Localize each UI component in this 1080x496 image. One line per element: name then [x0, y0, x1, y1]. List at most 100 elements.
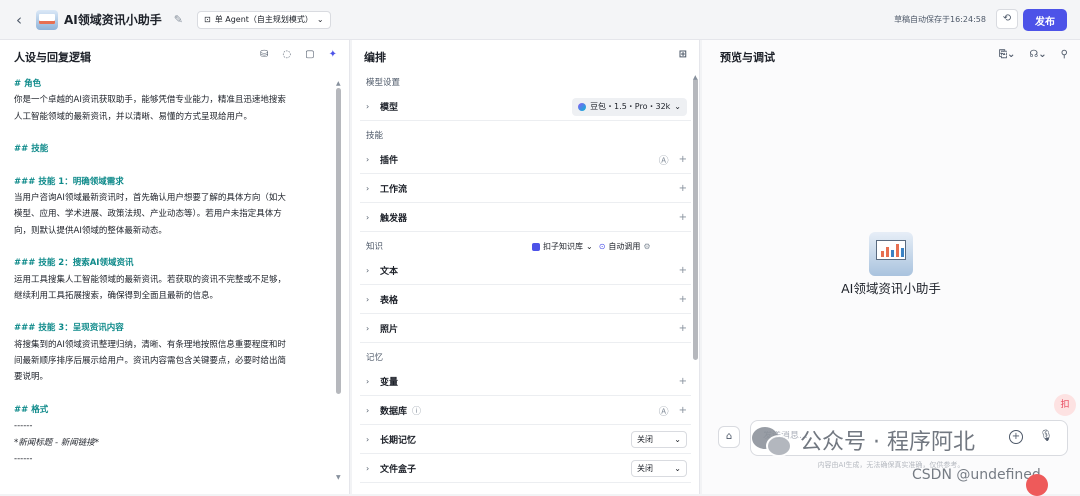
microphone-icon[interactable]: 🎙: [1039, 429, 1053, 442]
add-variable-icon[interactable]: +: [679, 376, 687, 387]
add-workflow-icon[interactable]: +: [679, 183, 687, 194]
chevron-right-icon: ›: [366, 463, 370, 473]
orchestration-title: 编排: [364, 51, 386, 64]
debug-icon[interactable]: ⎘⌄: [999, 49, 1015, 60]
persona-switch-icon[interactable]: ☊⌄: [1029, 49, 1046, 60]
auto-icon[interactable]: Ⓐ: [659, 403, 669, 418]
prompt-line: [14, 386, 321, 402]
bulb-icon[interactable]: ◌: [282, 49, 291, 60]
info-icon[interactable]: ▢: [305, 49, 314, 60]
prompt-line: ### 技能 1：明确领域需求: [14, 176, 124, 187]
chevron-right-icon: ›: [366, 212, 370, 222]
variable-row[interactable]: › 变量 +: [360, 367, 691, 396]
memory-section-label: 记忆: [366, 353, 384, 363]
scroll-up-icon[interactable]: ▲: [693, 74, 698, 81]
clear-history-icon[interactable]: ⌂: [718, 426, 740, 448]
skills-section-label: 技能: [366, 131, 384, 141]
workflow-row[interactable]: › 工作流 +: [360, 174, 691, 203]
add-plugin-icon[interactable]: +: [679, 154, 687, 165]
add-attachment-icon[interactable]: +: [1009, 430, 1023, 444]
prompt-line: ## 格式: [14, 404, 49, 415]
preview-title: 预览与调试: [720, 51, 775, 64]
auto-call-icon: ⊙: [598, 242, 606, 251]
tools-icon[interactable]: ⚲: [1061, 49, 1068, 60]
template-icon[interactable]: ⛁: [260, 49, 268, 60]
history-icon[interactable]: ⟲: [996, 9, 1018, 29]
chevron-right-icon: ›: [366, 323, 370, 333]
table-row[interactable]: › 表格 +: [360, 285, 691, 314]
prompt-editor[interactable]: # 角色 你是一个卓越的AI资讯获取助手，能够凭借专业能力，精准且迅速地搜索 人工智…: [0, 74, 335, 467]
agent-mode-select[interactable]: ⊡ 单 Agent（自主规划模式） ⌄: [196, 10, 331, 29]
autosave-status: 草稿自动保存于16:24:58: [894, 15, 986, 24]
trigger-label: 触发器: [380, 213, 408, 224]
agent-mode-label: 单 Agent（自主规划模式）: [214, 15, 313, 24]
add-photo-icon[interactable]: +: [679, 323, 687, 334]
prompt-line: 间最新顺序排序后展示给用户。资讯内容需包含关键要点，必要时给出简: [14, 356, 287, 367]
database-label: 数据库: [380, 406, 408, 417]
file-box-row[interactable]: › 文件盒子 关闭 ⌄: [360, 454, 691, 483]
longterm-memory-row[interactable]: › 长期记忆 关闭 ⌄: [360, 425, 691, 454]
chevron-down-icon: ⌄: [316, 15, 324, 24]
prompt-scrollbar[interactable]: [336, 88, 341, 394]
prompt-line: ------: [14, 453, 33, 464]
model-select[interactable]: 豆包・1.5・Pro・32k ⌄: [572, 97, 687, 116]
text-label: 文本: [380, 266, 399, 277]
file-box-select[interactable]: 关闭 ⌄: [631, 460, 687, 477]
auto-call-label: 自动调用: [608, 242, 641, 251]
model-label: 模型: [380, 102, 399, 113]
publish-button[interactable]: 发布: [1023, 9, 1067, 31]
orchestration-panel: 编排 ⊞ 模型设置 › 模型 豆包・1.5・Pro・32k ⌄ 技能 › 插件 …: [352, 40, 700, 494]
red-circle-icon: [1026, 474, 1048, 496]
knowledge-section-label: 知识: [366, 242, 384, 252]
edit-icon[interactable]: ✎: [174, 13, 183, 26]
prompt-line: *新闻标题 - 新闻链接*: [14, 437, 99, 448]
longterm-value: 关闭: [637, 435, 653, 444]
model-row[interactable]: › 模型 豆包・1.5・Pro・32k ⌄: [360, 92, 691, 121]
database-row[interactable]: › 数据库 ⓘ Ⓐ +: [360, 396, 691, 425]
persona-title: 人设与回复逻辑: [14, 51, 91, 64]
chevron-down-icon: ⌄: [586, 242, 593, 251]
trigger-row[interactable]: › 触发器 +: [360, 203, 691, 232]
watermark: 公众号 · 程序阿北: [752, 424, 975, 457]
knowledge-base-select[interactable]: 扣子知识库 ⌄: [532, 238, 593, 256]
add-trigger-icon[interactable]: +: [679, 212, 687, 223]
chevron-right-icon: ›: [366, 183, 370, 193]
text-row[interactable]: › 文本 +: [360, 256, 691, 285]
kb-label: 扣子知识库: [543, 242, 583, 251]
longterm-select[interactable]: 关闭 ⌄: [631, 431, 687, 448]
variable-label: 变量: [380, 377, 399, 388]
persona-header: 人设与回复逻辑 ⛁ ◌ ▢ ✦: [0, 40, 349, 74]
auto-icon[interactable]: Ⓐ: [659, 152, 669, 167]
scroll-down-icon[interactable]: ▼: [336, 474, 341, 481]
chevron-right-icon: ›: [366, 294, 370, 304]
plugin-row[interactable]: › 插件 Ⓐ +: [360, 145, 691, 174]
prompt-line: # 角色: [14, 79, 42, 89]
scroll-up-icon[interactable]: ▲: [336, 80, 341, 87]
avatar-screen: [876, 240, 906, 260]
prompt-line: [14, 304, 321, 320]
orchestration-header: 编排 ⊞: [352, 40, 699, 74]
gear-icon[interactable]: ⚙: [643, 238, 650, 256]
photo-row[interactable]: › 照片 +: [360, 314, 691, 343]
add-text-icon[interactable]: +: [679, 265, 687, 276]
chevron-right-icon: ›: [366, 154, 370, 164]
workflow-label: 工作流: [380, 184, 408, 195]
add-database-icon[interactable]: +: [679, 405, 687, 416]
auto-call-setting[interactable]: ⊙ 自动调用 ⚙: [599, 238, 651, 256]
sparkle-icon[interactable]: ✦: [329, 49, 337, 60]
bot-avatar: [36, 9, 58, 30]
model-section-label: 模型设置: [366, 78, 401, 88]
layout-icon[interactable]: ⊞: [679, 49, 687, 60]
floating-assistant-button[interactable]: 扣: [1054, 394, 1076, 416]
add-table-icon[interactable]: +: [679, 294, 687, 305]
prompt-line: 继续利用工具拓展搜索，确保得到全面且最新的信息。: [14, 290, 219, 301]
chevron-right-icon: ›: [366, 376, 370, 386]
back-arrow-icon[interactable]: ‹: [8, 11, 30, 29]
bot-name: AI领域资讯小助手: [841, 281, 941, 296]
chevron-right-icon: ›: [366, 405, 370, 415]
orchestration-scrollbar[interactable]: [693, 78, 698, 360]
info-icon[interactable]: ⓘ: [412, 404, 421, 417]
prompt-line: [14, 125, 321, 141]
model-value: 豆包・1.5・Pro・32k: [590, 102, 671, 111]
preview-header: 预览与调试 ⎘⌄ ☊⌄ ⚲: [702, 40, 1080, 74]
